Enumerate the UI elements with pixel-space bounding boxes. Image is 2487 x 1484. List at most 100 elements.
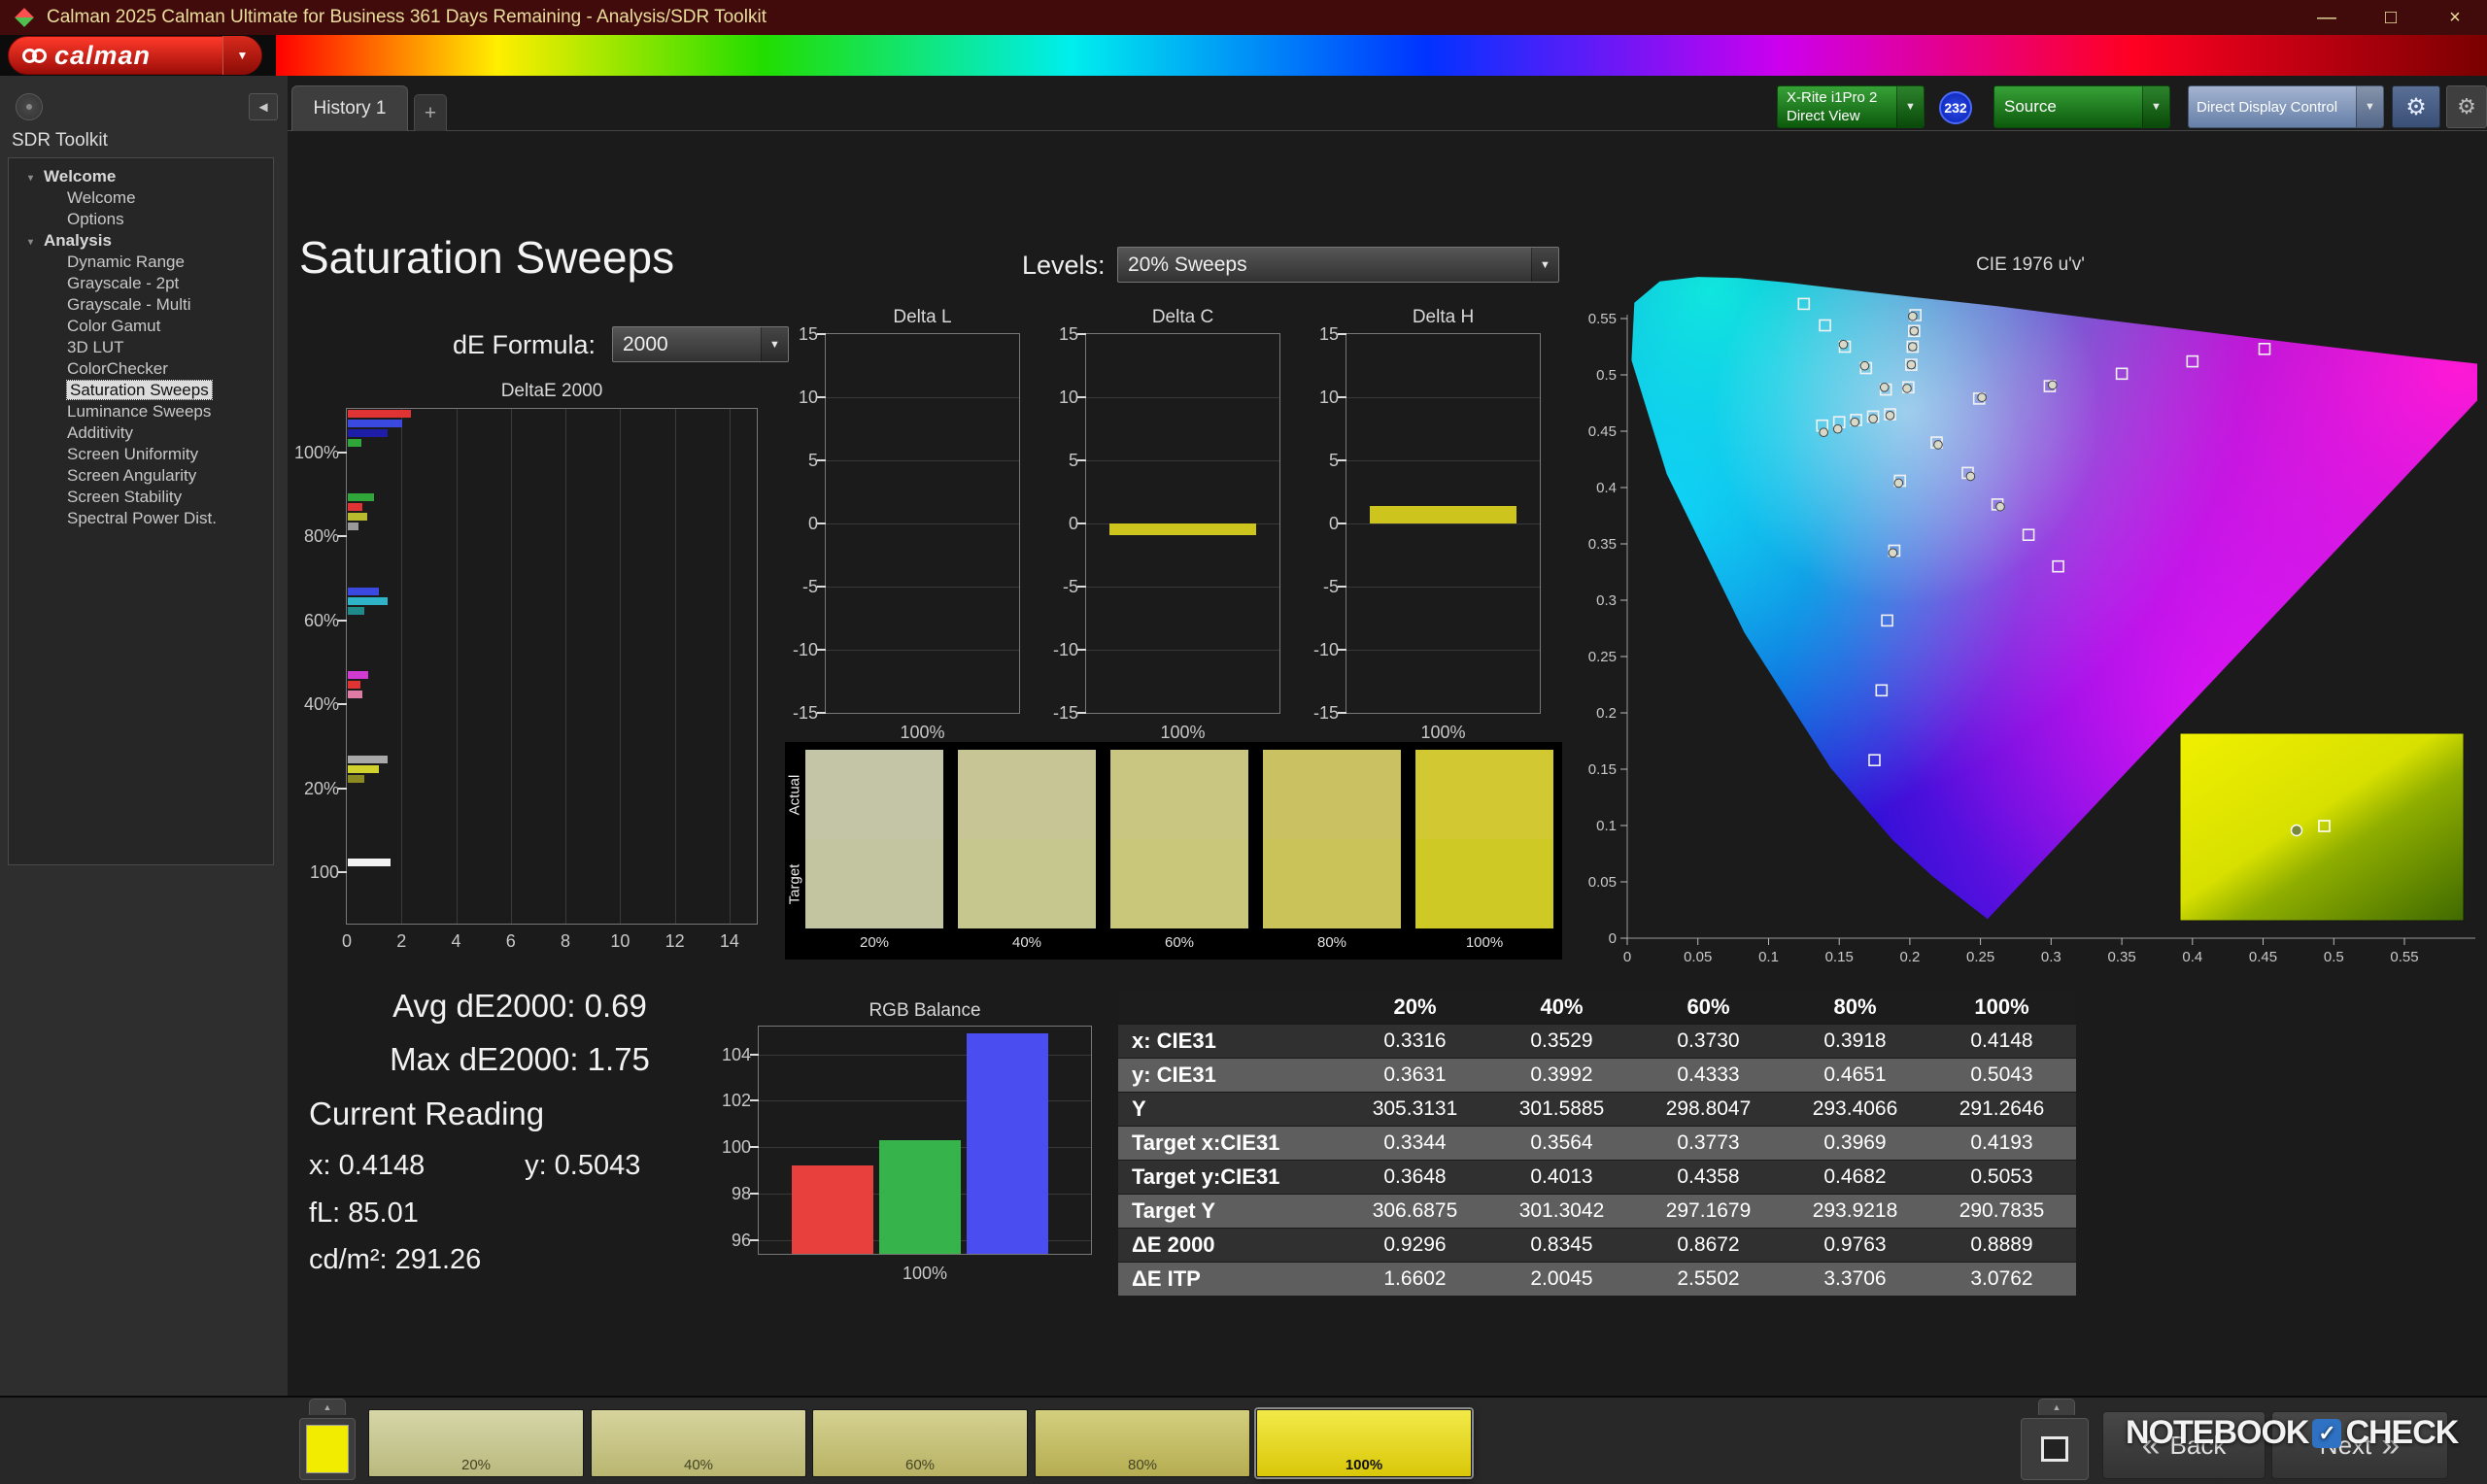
- workflow-settings-button[interactable]: ⚙: [2446, 85, 2487, 128]
- deltae-bar: [348, 691, 363, 699]
- table-row: y: CIE31 0.3631 0.3992 0.4333 0.4651 0.5043: [1118, 1059, 2076, 1093]
- deltae-bar: [348, 755, 388, 763]
- notebookcheck-watermark: NOTEBOOK ✓ CHECK: [2126, 1414, 2459, 1452]
- deltae-bar: [348, 596, 388, 605]
- ddc-select-value: Direct Display Control: [2197, 98, 2338, 116]
- pattern-swatch-label: 80%: [1127, 1457, 1158, 1473]
- blue-balance-bar: [967, 1033, 1048, 1254]
- meter-select[interactable]: X-Rite i1Pro 2 Direct View ▼: [1777, 85, 1925, 128]
- sidebar-item-dynamic-range[interactable]: Dynamic Range: [9, 252, 273, 273]
- add-tab-button[interactable]: +: [414, 94, 447, 131]
- axis-tick: [1077, 333, 1086, 335]
- collapse-sidebar-icon[interactable]: ◄: [249, 93, 278, 120]
- cie-measurement-marker: [1906, 359, 1917, 370]
- cie-inset: [2179, 732, 2465, 922]
- sidebar-item-label: 3D LUT: [67, 338, 124, 356]
- chevron-down-icon[interactable]: ▼: [222, 36, 261, 75]
- direct-display-control-select[interactable]: Direct Display Control ▼: [2188, 85, 2384, 128]
- axis-tick: [338, 871, 347, 873]
- cie-measurement-marker: [1965, 471, 1976, 482]
- sidebar-item-label: Grayscale - Multi: [67, 295, 191, 314]
- watermark-text-2: CHECK: [2345, 1414, 2459, 1451]
- deltae-bar: [348, 523, 359, 531]
- axis-tick: [750, 1146, 759, 1149]
- pattern-swatch-40%[interactable]: 40%: [591, 1409, 806, 1477]
- target-swatch: [1415, 839, 1553, 928]
- axis-tick: [750, 1099, 759, 1102]
- maximize-button[interactable]: □: [2359, 0, 2423, 35]
- sidebar-item-screen-stability[interactable]: Screen Stability: [9, 487, 273, 508]
- tree-expander-icon[interactable]: ▾: [28, 232, 44, 253]
- gridline: [1346, 397, 1540, 398]
- levels-label: Levels:: [1022, 251, 1106, 280]
- pattern-swatch-100%[interactable]: 100%: [1256, 1409, 1472, 1477]
- gridline: [1086, 460, 1279, 461]
- active-pattern-button[interactable]: [299, 1418, 356, 1480]
- x-axis-tick-label: 2: [396, 931, 407, 951]
- deltae-bar: [348, 764, 380, 773]
- actual-swatch: [805, 750, 943, 839]
- expand-pattern-window-button[interactable]: ▲: [2038, 1399, 2075, 1415]
- sidebar-item-screen-uniformity[interactable]: Screen Uniformity: [9, 444, 273, 465]
- header-strip: calman ▼: [0, 35, 2487, 76]
- cie-chart-title: CIE 1976 u'v': [1976, 254, 2085, 275]
- settings-button[interactable]: ⚙: [2392, 85, 2440, 128]
- cie-measurement-marker: [1838, 339, 1849, 350]
- sidebar-item-screen-angularity[interactable]: Screen Angularity: [9, 465, 273, 487]
- gridline: [401, 409, 403, 924]
- de-formula-select[interactable]: 2000 ▼: [612, 326, 789, 362]
- y-axis-tick-label: 102: [721, 1091, 751, 1111]
- table-row-label: ΔE 2000: [1132, 1232, 1215, 1257]
- pattern-swatch-20%[interactable]: 20%: [368, 1409, 584, 1477]
- pattern-swatch-80%[interactable]: 80%: [1035, 1409, 1250, 1477]
- source-select[interactable]: Source ▼: [1993, 85, 2170, 128]
- y-axis-tick-label: 98: [731, 1183, 751, 1203]
- page-title: Saturation Sweeps: [299, 232, 675, 283]
- sidebar-item-grayscale-2pt[interactable]: Grayscale - 2pt: [9, 273, 273, 294]
- sidebar-item-saturation-sweeps[interactable]: Saturation Sweeps: [9, 380, 273, 401]
- axis-tick: [1338, 649, 1346, 651]
- table-cell: 0.3631: [1383, 1063, 1447, 1086]
- panel-menu-button[interactable]: [16, 93, 43, 120]
- y-axis-tick-label: 10: [798, 388, 818, 407]
- axis-tick: [338, 787, 347, 790]
- sidebar-item-luminance-sweeps[interactable]: Luminance Sweeps: [9, 401, 273, 422]
- y-axis-tick-label: 10: [1318, 388, 1339, 407]
- y-axis-tick-label: 96: [731, 1230, 751, 1250]
- sidebar-item-label: ColorChecker: [67, 359, 168, 378]
- app-icon: [15, 8, 34, 27]
- cie-measurement-marker: [1885, 411, 1895, 421]
- expand-pattern-panel-button[interactable]: ▲: [309, 1399, 346, 1415]
- tab-label: History 1: [313, 98, 387, 118]
- close-button[interactable]: ×: [2423, 0, 2487, 35]
- sidebar-item-analysis[interactable]: ▾ Analysis: [9, 230, 273, 252]
- sidebar-item-welcome[interactable]: ▾ Welcome: [9, 166, 273, 187]
- sidebar-item-colorchecker[interactable]: ColorChecker: [9, 358, 273, 380]
- pattern-window-button[interactable]: [2021, 1418, 2089, 1480]
- table-row-label: ΔE ITP: [1132, 1266, 1201, 1291]
- gridline: [1346, 523, 1540, 524]
- sidebar-item-welcome[interactable]: Welcome: [9, 187, 273, 209]
- table-cell: 0.8672: [1677, 1233, 1740, 1256]
- levels-select[interactable]: 20% Sweeps ▼: [1117, 247, 1559, 283]
- sidebar-item-grayscale-multi[interactable]: Grayscale - Multi: [9, 294, 273, 316]
- sidebar-item-color-gamut[interactable]: Color Gamut: [9, 316, 273, 337]
- sidebar-item-options[interactable]: Options: [9, 209, 273, 230]
- calman-menu-button[interactable]: calman ▼: [8, 36, 262, 75]
- tree-expander-icon[interactable]: ▾: [28, 168, 44, 189]
- tab-history-1[interactable]: History 1: [291, 85, 408, 131]
- rgb-balance-chart-title: RGB Balance: [869, 1000, 981, 1021]
- de-formula-value: 2000: [623, 332, 668, 355]
- y-axis-tick-label: 0: [1068, 514, 1078, 533]
- cie-measurement-marker: [1908, 311, 1918, 321]
- table-cell: 301.3042: [1518, 1199, 1605, 1222]
- pattern-swatch-60%[interactable]: 60%: [812, 1409, 1028, 1477]
- deltae2000-chart-title: DeltaE 2000: [500, 381, 603, 401]
- gridline: [826, 460, 1019, 461]
- sidebar-item-additivity[interactable]: Additivity: [9, 422, 273, 444]
- minimize-button[interactable]: —: [2295, 0, 2359, 35]
- cie-measurement-marker: [1859, 360, 1870, 371]
- current-reading-cdm2: cd/m²: 291.26: [309, 1244, 482, 1275]
- sidebar-item-spectral-power-dist[interactable]: Spectral Power Dist.: [9, 508, 273, 529]
- sidebar-item-3d-lut[interactable]: 3D LUT: [9, 337, 273, 358]
